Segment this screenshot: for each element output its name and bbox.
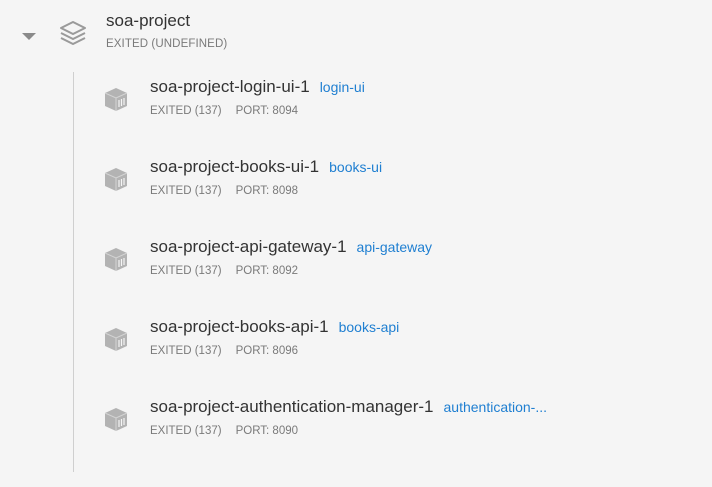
container-port: PORT: 8098 bbox=[235, 185, 299, 197]
container-icon bbox=[104, 408, 128, 431]
container-name: soa-project-api-gateway-1 bbox=[150, 237, 347, 256]
container-name: soa-project-login-ui-1 bbox=[150, 77, 310, 96]
container-port: PORT: 8096 bbox=[235, 345, 299, 357]
container-name: soa-project-authentication-manager-1 bbox=[150, 397, 434, 416]
container-port: PORT: 8092 bbox=[235, 265, 299, 277]
stack-icon bbox=[60, 21, 86, 45]
container-image-link[interactable]: login-ui bbox=[320, 79, 365, 95]
container-status: EXITED (137) bbox=[150, 105, 222, 117]
container-port: PORT: 8090 bbox=[235, 425, 299, 437]
container-name: soa-project-books-api-1 bbox=[150, 317, 329, 336]
container-row-login-ui[interactable]: soa-project-login-ui-1 login-ui EXITED (… bbox=[74, 65, 704, 145]
project-row[interactable]: soa-project EXITED (UNDEFINED) bbox=[0, 0, 712, 62]
project-status: EXITED (UNDEFINED) bbox=[106, 38, 228, 50]
container-row-authentication-manager[interactable]: soa-project-authentication-manager-1 aut… bbox=[74, 385, 704, 465]
container-port: PORT: 8094 bbox=[235, 105, 299, 117]
container-status: EXITED (137) bbox=[150, 345, 222, 357]
container-image-link[interactable]: books-api bbox=[339, 319, 400, 335]
container-image-link[interactable]: authentication-... bbox=[444, 399, 548, 415]
container-icon bbox=[104, 88, 128, 111]
container-list: soa-project EXITED (UNDEFINED) soa-proje… bbox=[0, 0, 712, 487]
container-status: EXITED (137) bbox=[150, 265, 222, 277]
container-status: EXITED (137) bbox=[150, 425, 222, 437]
container-row-books-ui[interactable]: soa-project-books-ui-1 books-ui EXITED (… bbox=[74, 145, 704, 225]
project-name: soa-project bbox=[106, 11, 191, 30]
container-icon bbox=[104, 248, 128, 271]
container-image-link[interactable]: books-ui bbox=[329, 159, 382, 175]
container-row-books-api[interactable]: soa-project-books-api-1 books-api EXITED… bbox=[74, 305, 704, 385]
container-image-link[interactable]: api-gateway bbox=[357, 239, 433, 255]
container-icon bbox=[104, 328, 128, 351]
chevron-down-icon[interactable] bbox=[22, 33, 36, 40]
container-icon bbox=[104, 168, 128, 191]
container-row-api-gateway[interactable]: soa-project-api-gateway-1 api-gateway EX… bbox=[74, 225, 704, 305]
container-status: EXITED (137) bbox=[150, 185, 222, 197]
container-name: soa-project-books-ui-1 bbox=[150, 157, 320, 176]
